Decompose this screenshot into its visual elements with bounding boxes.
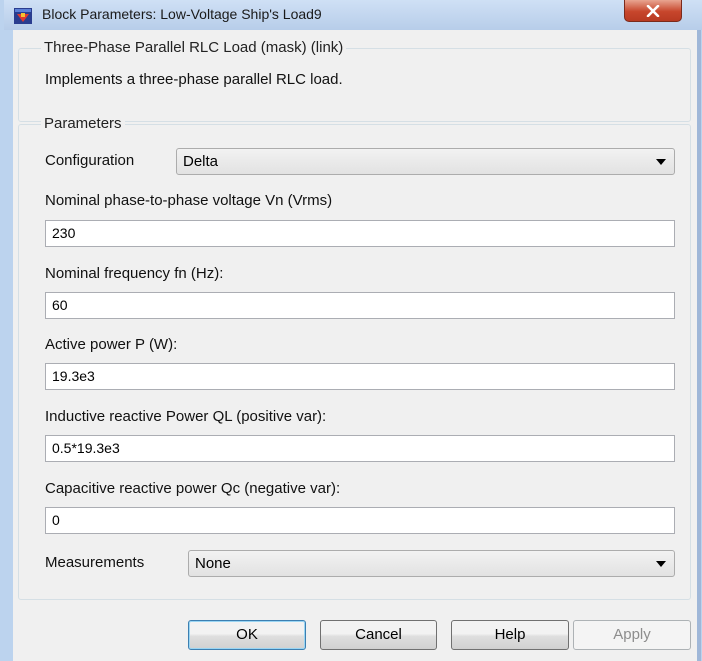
- measurements-dropdown[interactable]: None: [188, 550, 675, 577]
- measurements-label: Measurements: [45, 554, 145, 571]
- cancel-button[interactable]: Cancel: [320, 620, 437, 650]
- voltage-label: Nominal phase-to-phase voltage Vn (Vrms): [45, 192, 333, 209]
- ok-button[interactable]: OK: [188, 620, 306, 650]
- dialog-body: Three-Phase Parallel RLC Load (mask) (li…: [13, 30, 697, 661]
- window-title: Block Parameters: Low-Voltage Ship's Loa…: [42, 6, 322, 22]
- chevron-down-icon: [656, 159, 666, 165]
- measurements-value: None: [195, 555, 231, 572]
- configuration-value: Delta: [183, 153, 219, 170]
- help-button[interactable]: Help: [451, 620, 569, 650]
- parameters-group-title: Parameters: [41, 115, 125, 133]
- active-power-label: Active power P (W):: [45, 336, 178, 353]
- frequency-input[interactable]: 60: [45, 292, 675, 319]
- window-edge: [697, 30, 701, 661]
- configuration-label: Configuration: [45, 152, 135, 169]
- simulink-block-icon: [14, 8, 32, 24]
- inductive-power-label: Inductive reactive Power QL (positive va…: [45, 408, 327, 425]
- inductive-power-input[interactable]: 0.5*19.3e3: [45, 435, 675, 462]
- capacitive-power-input[interactable]: 0: [45, 507, 675, 534]
- apply-button[interactable]: Apply: [573, 620, 691, 650]
- voltage-input[interactable]: 230: [45, 220, 675, 247]
- configuration-dropdown[interactable]: Delta: [176, 148, 675, 175]
- dialog-window: Block Parameters: Low-Voltage Ship's Loa…: [0, 0, 702, 661]
- active-power-input[interactable]: 19.3e3: [45, 363, 675, 390]
- close-button[interactable]: [624, 0, 682, 22]
- close-icon: [646, 4, 660, 17]
- chevron-down-icon: [656, 561, 666, 567]
- mask-description: Implements a three-phase parallel RLC lo…: [45, 71, 343, 88]
- title-bar[interactable]: Block Parameters: Low-Voltage Ship's Loa…: [4, 0, 702, 30]
- frequency-label: Nominal frequency fn (Hz):: [45, 265, 224, 282]
- mask-group-title: Three-Phase Parallel RLC Load (mask) (li…: [41, 39, 347, 57]
- capacitive-power-label: Capacitive reactive power Qc (negative v…: [45, 480, 341, 497]
